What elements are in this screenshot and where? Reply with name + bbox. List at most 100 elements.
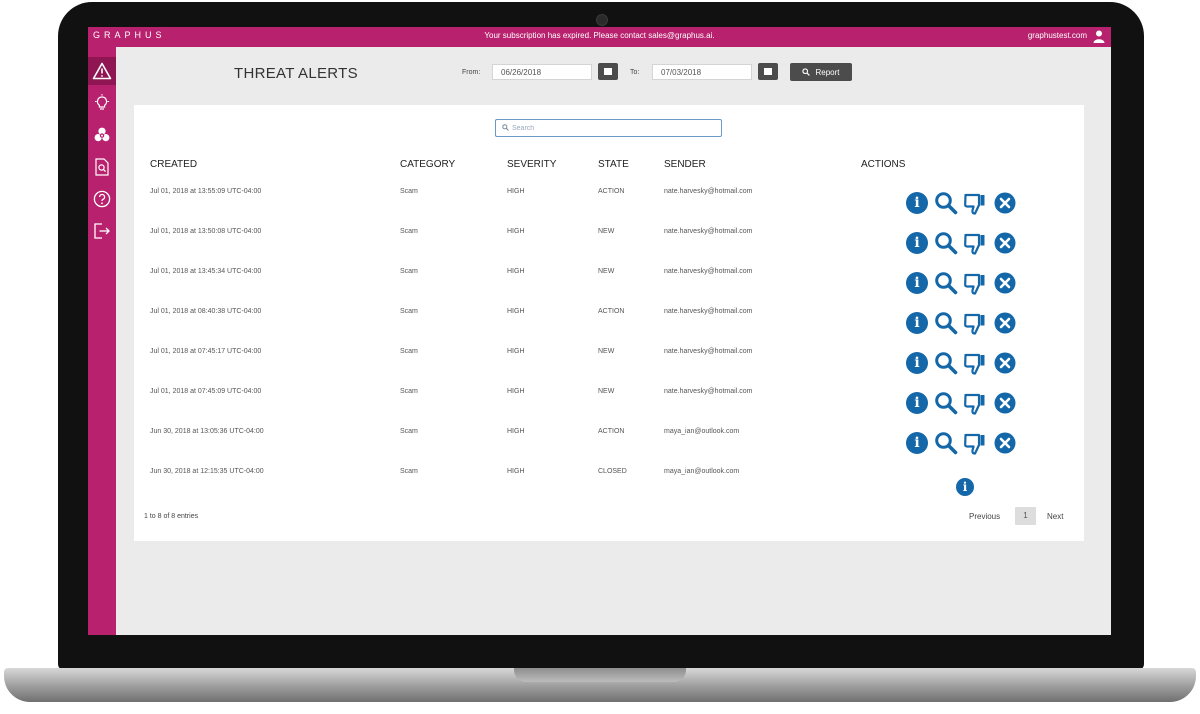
table-row[interactable]: Jul 01, 2018 at 07:45:17 UTC-04:00 Scam HI… [134,345,1084,385]
sidebar-item-document-search[interactable] [88,153,116,181]
search-button[interactable] [934,191,958,215]
search-box[interactable] [495,119,722,137]
cell-sender: maya_ian@outlook.com [664,468,740,475]
info-button[interactable]: i [905,231,929,255]
search-button[interactable] [934,431,958,455]
sidebar-item-logout[interactable] [88,217,116,245]
cell-state: NEW [598,228,615,235]
dismiss-button[interactable] [993,231,1017,255]
calendar-icon [604,68,612,75]
calendar-icon [764,68,772,75]
table-row[interactable]: Jun 30, 2018 at 12:15:35 UTC-04:00 Scam HI… [134,465,1084,505]
dislike-button[interactable] [963,231,987,255]
dismiss-button[interactable] [993,191,1017,215]
thumbs-down-icon [964,233,985,255]
sidebar-item-help[interactable] [88,185,116,213]
dislike-button[interactable] [963,391,987,415]
pagination-current-page[interactable]: 1 [1015,507,1036,525]
row-actions: i [905,391,1025,417]
search-button[interactable] [934,271,958,295]
from-calendar-button[interactable] [598,63,618,80]
column-header-category[interactable]: CATEGORY [400,159,455,170]
close-circle-icon [994,352,1016,374]
cell-category: Scam [400,188,418,195]
table-row[interactable]: Jul 01, 2018 at 08:40:38 UTC-04:00 Scam HI… [134,305,1084,345]
dismiss-button[interactable] [993,391,1017,415]
cell-severity: HIGH [507,388,525,395]
sidebar-item-threat-alerts[interactable] [88,57,116,85]
camera-icon [596,14,608,26]
app-screen: GRAPHUS Your subscription has expired. P… [88,27,1111,635]
search-icon [935,392,958,415]
pagination-next[interactable]: Next [1047,512,1063,521]
cell-sender: nate.harvesky@hotmail.com [664,388,753,395]
row-actions: i [905,271,1025,297]
cell-state: ACTION [598,188,625,195]
close-circle-icon [994,312,1016,334]
search-button[interactable] [934,311,958,335]
thumbs-down-icon [964,393,985,415]
dislike-button[interactable] [963,431,987,455]
info-button[interactable]: i [905,391,929,415]
to-date-field[interactable]: 07/03/2018 [652,64,752,80]
pagination-previous[interactable]: Previous [969,512,1000,521]
to-calendar-button[interactable] [758,63,778,80]
column-header-sender[interactable]: SENDER [664,159,706,170]
column-header-created[interactable]: CREATED [150,159,197,170]
dislike-button[interactable] [963,271,987,295]
report-button[interactable]: Report [790,63,852,81]
column-header-state[interactable]: STATE [598,159,629,170]
table-row[interactable]: Jul 01, 2018 at 13:45:34 UTC-04:00 Scam HI… [134,265,1084,305]
cell-state: NEW [598,388,615,395]
search-button[interactable] [934,391,958,415]
dismiss-button[interactable] [993,311,1017,335]
dislike-button[interactable] [963,191,987,215]
user-icon[interactable] [1093,30,1105,43]
search-icon [935,192,958,215]
table-row[interactable]: Jul 01, 2018 at 13:50:08 UTC-04:00 Scam HI… [134,225,1084,265]
cell-created: Jul 01, 2018 at 08:40:38 UTC-04:00 [150,308,262,315]
column-header-actions: ACTIONS [861,159,906,170]
sidebar [88,47,116,635]
dislike-button[interactable] [963,351,987,375]
cell-state: ACTION [598,308,625,315]
user-email[interactable]: graphustest.com [1028,31,1087,40]
dislike-button[interactable] [963,311,987,335]
row-actions: i [905,231,1025,257]
close-circle-icon [994,192,1016,214]
cell-severity: HIGH [507,428,525,435]
entries-info: 1 to 8 of 8 entries [144,513,199,520]
table-row[interactable]: Jul 01, 2018 at 07:45:09 UTC-04:00 Scam HI… [134,385,1084,425]
row-actions: i [905,471,1025,497]
dismiss-button[interactable] [993,351,1017,375]
cell-category: Scam [400,348,418,355]
cell-category: Scam [400,308,418,315]
info-button[interactable]: i [905,431,929,455]
info-button[interactable]: i [905,271,929,295]
table-row[interactable]: Jul 01, 2018 at 13:55:09 UTC-04:00 Scam HI… [134,185,1084,225]
lightbulb-icon [95,94,109,110]
from-date-field[interactable]: 06/26/2018 [492,64,592,80]
search-input[interactable] [512,122,712,134]
column-header-severity[interactable]: SEVERITY [507,159,556,170]
sidebar-item-insights[interactable] [88,89,116,117]
warning-icon [92,62,112,80]
info-button[interactable]: i [905,351,929,375]
info-circle-icon: i [906,392,928,414]
info-button[interactable]: i [905,191,929,215]
cell-created: Jul 01, 2018 at 13:50:08 UTC-04:00 [150,228,262,235]
info-button[interactable]: i [905,311,929,335]
info-button[interactable]: i [953,475,977,499]
dismiss-button[interactable] [993,431,1017,455]
logout-icon [94,223,110,239]
search-icon [802,68,811,76]
table-row[interactable]: Jun 30, 2018 at 13:05:36 UTC-04:00 Scam HI… [134,425,1084,465]
thumbs-down-icon [964,433,985,455]
search-button[interactable] [934,351,958,375]
info-circle-icon: i [906,232,928,254]
search-button[interactable] [934,231,958,255]
dismiss-button[interactable] [993,271,1017,295]
sidebar-item-biohazard[interactable] [88,121,116,149]
to-label: To: [630,69,640,76]
cell-severity: HIGH [507,348,525,355]
